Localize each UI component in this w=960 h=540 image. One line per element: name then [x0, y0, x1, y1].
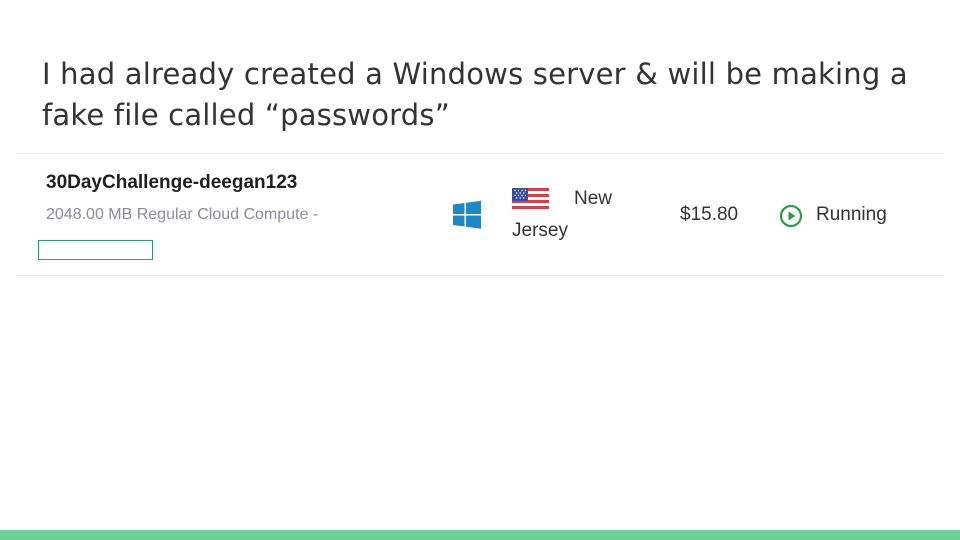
play-circle-icon [779, 204, 803, 228]
server-name[interactable]: 30DayChallenge-deegan123 [46, 172, 297, 194]
location-line-2: Jersey [512, 220, 568, 241]
server-price: $15.80 [680, 204, 739, 225]
redacted-ip-box [38, 240, 153, 260]
location-line-1: New [574, 188, 613, 209]
us-flag-icon [512, 188, 549, 212]
windows-icon [453, 200, 481, 229]
slide-title-line-1: I had already created a Windows server &… [42, 57, 908, 91]
status-label: Running [816, 204, 887, 225]
accent-bar [0, 530, 960, 540]
slide-title-line-2: fake file called “passwords” [42, 98, 450, 132]
slide-title: I had already created a Windows server &… [42, 54, 922, 136]
server-row[interactable]: 30DayChallenge-deegan123 2048.00 MB Regu… [16, 153, 944, 276]
server-spec: 2048.00 MB Regular Cloud Compute - [46, 206, 319, 223]
